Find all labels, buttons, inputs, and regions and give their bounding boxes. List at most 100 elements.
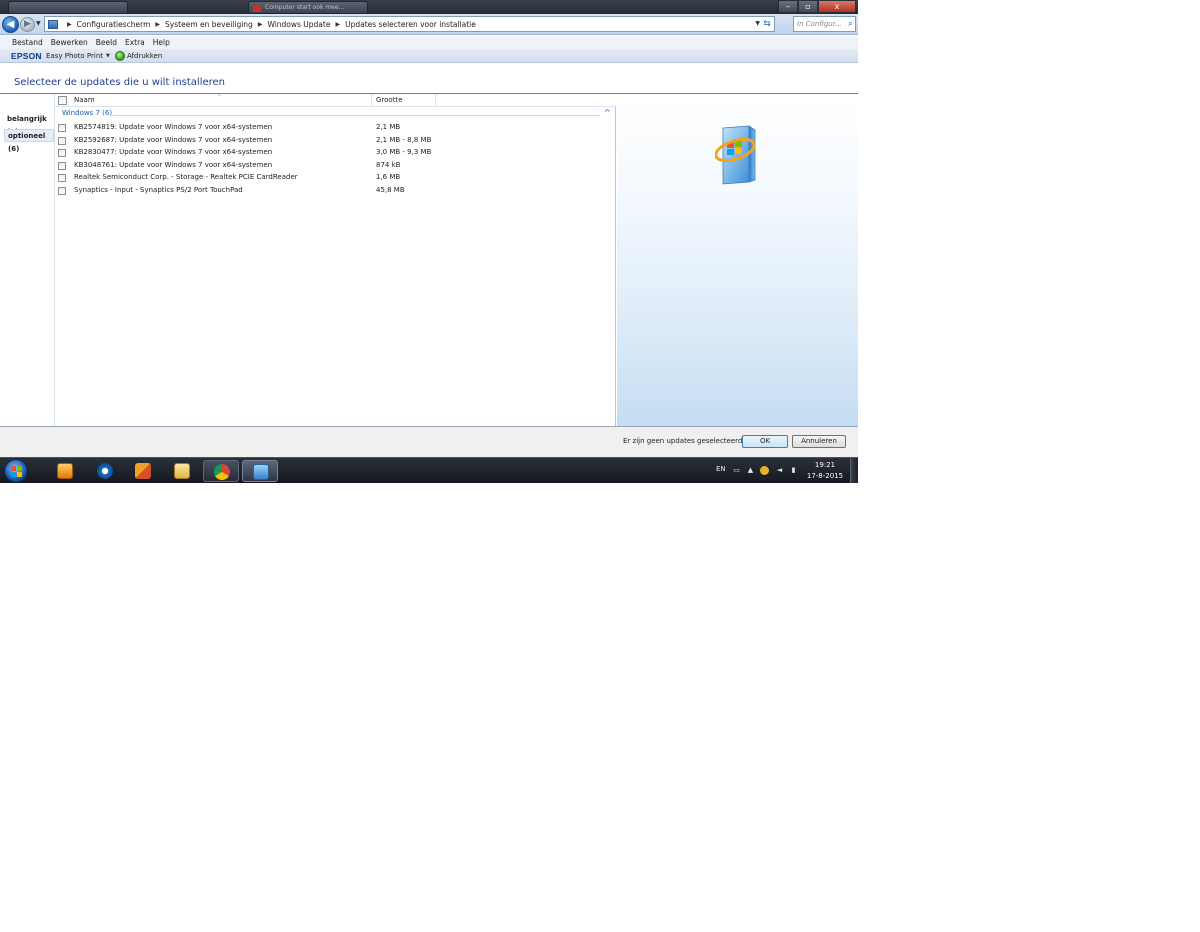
clock-time[interactable]: 19:21 — [805, 461, 845, 469]
control-panel-icon — [253, 464, 269, 480]
action-center-icon[interactable] — [760, 466, 769, 475]
menu-beeld[interactable]: Beeld — [92, 36, 121, 49]
ok-button[interactable]: OK — [742, 435, 788, 448]
close-button[interactable]: x — [818, 0, 856, 13]
search-input[interactable]: In Configur... ⌕ — [793, 16, 856, 32]
update-size: 45,8 MB — [376, 185, 405, 194]
search-placeholder: In Configur... — [797, 20, 842, 28]
category-important[interactable]: belangrijk (1) — [4, 113, 54, 136]
media-player-icon — [57, 463, 73, 479]
tab-favicon-icon — [253, 5, 261, 12]
breadcrumb-item[interactable]: Systeem en beveiliging — [165, 20, 253, 29]
easy-photo-print-button[interactable]: Easy Photo Print — [46, 52, 103, 60]
print-button[interactable]: Afdrukken — [127, 52, 162, 60]
category-optional[interactable]: optioneel (6) — [4, 129, 54, 153]
start-button[interactable] — [4, 459, 28, 483]
windows-update-icon — [715, 125, 756, 185]
background-tab[interactable] — [8, 1, 128, 14]
update-checkbox[interactable] — [58, 124, 66, 132]
breadcrumb-item[interactable]: Windows Update — [267, 20, 330, 29]
page-title: Selecteer de updates die u wilt installe… — [14, 77, 226, 88]
menu-bewerken[interactable]: Bewerken — [47, 36, 92, 49]
show-hidden-icons-icon[interactable]: ▲ — [746, 466, 755, 475]
menu-bar: Bestand Bewerken Beeld Extra Help — [0, 36, 858, 49]
selection-status: Er zijn geen updates geselecteerd. — [623, 437, 745, 445]
office-icon — [135, 463, 151, 479]
update-checkbox[interactable] — [58, 174, 66, 182]
update-list: Naam ⌄ Grootte Windows 7 (6) ^ KB2574819… — [55, 91, 616, 426]
volume-icon[interactable]: ◄ — [775, 466, 784, 475]
back-button[interactable]: ◀ — [2, 16, 19, 33]
maximize-button[interactable]: ▫ — [798, 0, 818, 13]
minimize-button[interactable]: – — [778, 0, 798, 13]
breadcrumb-chevron-icon[interactable]: ▶ — [335, 21, 340, 28]
taskbar-media-player[interactable] — [47, 460, 83, 482]
update-size: 874 kB — [376, 160, 401, 169]
history-dropdown-icon[interactable]: ▼ — [36, 20, 41, 27]
update-row[interactable]: Synaptics - Input - Synaptics PS/2 Port … — [55, 185, 616, 197]
cancel-button[interactable]: Annuleren — [792, 435, 846, 448]
taskbar-control-panel[interactable] — [242, 460, 278, 482]
update-name: KB2830477: Update voor Windows 7 voor x6… — [74, 148, 273, 156]
category-nav: belangrijk (1) optioneel (6) — [0, 94, 55, 426]
language-indicator[interactable]: EN — [716, 465, 726, 473]
window-controls: – ▫ x — [778, 0, 856, 14]
update-checkbox[interactable] — [58, 149, 66, 157]
breadcrumb-item[interactable]: Updates selecteren voor installatie — [345, 20, 476, 29]
windows-logo-icon — [11, 466, 22, 477]
breadcrumb-chevron-icon[interactable]: ▶ — [155, 21, 160, 28]
select-all-checkbox[interactable] — [58, 96, 67, 105]
epson-toolbar: EPSON Easy Photo Print ▼ Afdrukken — [0, 49, 858, 63]
chrome-icon — [214, 464, 230, 480]
update-name: KB3048761: Update voor Windows 7 voor x6… — [74, 160, 273, 169]
collapse-icon[interactable]: ^ — [604, 108, 611, 117]
refresh-icon[interactable]: ⇆ — [761, 18, 773, 30]
network-signal-icon[interactable]: ▮ — [789, 466, 798, 475]
breadcrumb-item[interactable]: Configuratiescherm — [77, 20, 151, 29]
taskbar: EN ▭ ▲ ◄ ▮ 19:21 17-8-2015 — [0, 457, 858, 483]
update-row[interactable]: KB3048761: Update voor Windows 7 voor x6… — [55, 160, 616, 172]
update-size: 1,6 MB — [376, 173, 401, 181]
update-row[interactable]: KB2592687: Update voor Windows 7 voor x6… — [55, 135, 616, 147]
update-name: KB2592687: Update voor Windows 7 voor x6… — [74, 135, 273, 144]
menu-help[interactable]: Help — [149, 36, 174, 49]
epson-logo: EPSON — [11, 51, 42, 61]
taskbar-hp[interactable] — [87, 460, 123, 482]
update-name: Realtek Semiconduct Corp. - Storage - Re… — [74, 173, 298, 181]
group-label: Windows 7 (6) — [62, 109, 113, 117]
search-icon[interactable]: ⌕ — [848, 17, 853, 31]
address-dropdown-icon[interactable]: ▼ — [755, 20, 760, 27]
update-name: KB2574819: Update voor Windows 7 voor x6… — [74, 123, 273, 131]
menu-extra[interactable]: Extra — [121, 36, 149, 49]
taskbar-office[interactable] — [125, 460, 161, 482]
update-checkbox[interactable] — [58, 161, 66, 170]
menu-bestand[interactable]: Bestand — [8, 36, 47, 49]
navigation-bar: ◀ ▶ ▼ ▶ Configuratiescherm ▶ Systeem en … — [0, 14, 858, 35]
print-icon[interactable] — [115, 51, 125, 61]
taskbar-explorer[interactable] — [164, 460, 200, 482]
back-arrow-icon: ◀ — [6, 19, 15, 30]
update-name: Synaptics - Input - Synaptics PS/2 Port … — [74, 185, 243, 194]
update-row[interactable]: KB2830477: Update voor Windows 7 voor x6… — [55, 147, 616, 159]
maximize-icon: ▫ — [805, 2, 811, 11]
forward-arrow-icon: ▶ — [24, 19, 31, 29]
explorer-icon — [174, 463, 190, 479]
column-header-size[interactable]: Grootte — [372, 94, 436, 107]
update-checkbox[interactable] — [58, 136, 66, 145]
list-header: Naam ⌄ Grootte — [55, 91, 616, 107]
update-row[interactable]: KB2574819: Update voor Windows 7 voor x6… — [55, 122, 616, 134]
taskbar-chrome[interactable] — [203, 460, 239, 482]
chevron-down-icon[interactable]: ▼ — [106, 53, 110, 59]
update-row[interactable]: Realtek Semiconduct Corp. - Storage - Re… — [55, 172, 616, 184]
background-tab[interactable]: Computer start ook mee... — [248, 1, 368, 14]
clock-date[interactable]: 17-8-2015 — [805, 472, 845, 480]
breadcrumb-chevron-icon[interactable]: ▶ — [67, 21, 72, 28]
forward-button[interactable]: ▶ — [20, 17, 35, 32]
breadcrumb-chevron-icon[interactable]: ▶ — [258, 21, 263, 28]
group-header[interactable]: Windows 7 (6) ^ — [55, 108, 616, 121]
address-bar[interactable]: ▶ Configuratiescherm ▶ Systeem en beveil… — [44, 16, 775, 32]
group-divider — [110, 115, 600, 116]
keyboard-icon[interactable]: ▭ — [732, 466, 741, 475]
update-checkbox[interactable] — [58, 186, 66, 195]
show-desktop-button[interactable] — [850, 458, 858, 483]
